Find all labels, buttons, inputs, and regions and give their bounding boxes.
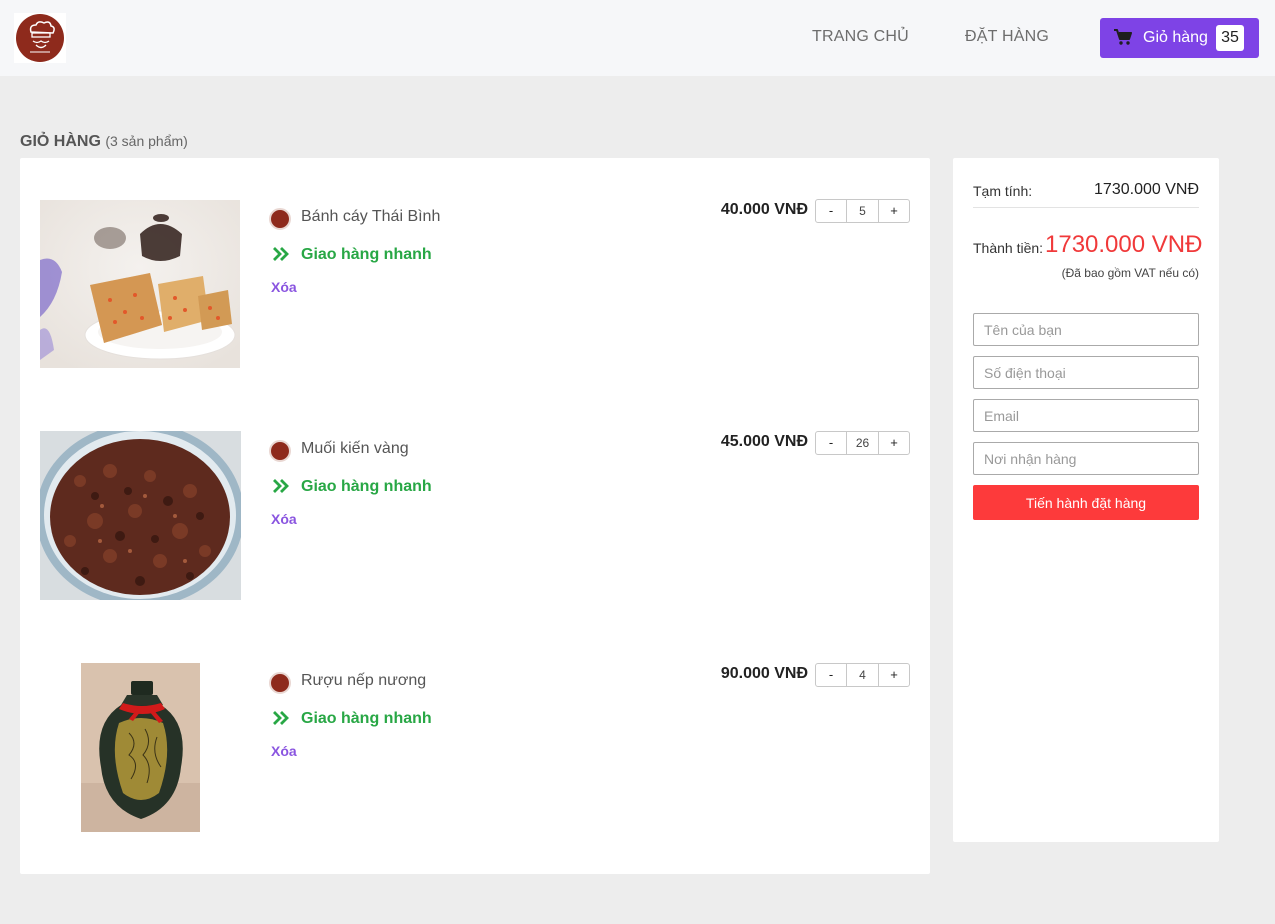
shop-logo-icon: [269, 440, 291, 462]
remove-item-link[interactable]: Xóa: [271, 511, 297, 527]
nav-home-link[interactable]: TRANG CHỦ: [812, 28, 909, 46]
shipping-label: Giao hàng nhanh: [301, 710, 432, 727]
double-chevron-icon: [272, 478, 290, 499]
summary-divider: [973, 207, 1199, 208]
increase-quantity-button[interactable]: +: [879, 432, 909, 454]
shopping-cart-icon: [1114, 29, 1132, 50]
product-image[interactable]: [40, 200, 240, 368]
product-price: 40.000 VNĐ: [720, 201, 808, 218]
remove-item-link[interactable]: Xóa: [271, 279, 297, 295]
decrease-quantity-button[interactable]: -: [816, 200, 846, 222]
vat-note: (Đã bao gồm VAT nếu có): [1061, 266, 1199, 280]
cart-item-count: (3 sản phẩm): [105, 133, 188, 149]
quantity-stepper: - 4 +: [815, 663, 910, 687]
cart-item: Bánh cáy Thái Bình Giao hàng nhanh Xóa 4…: [20, 158, 930, 368]
remove-item-link[interactable]: Xóa: [271, 743, 297, 759]
cart-title: GIỎ HÀNG: [20, 133, 101, 150]
product-image[interactable]: [40, 431, 241, 600]
name-field[interactable]: [973, 313, 1199, 346]
quantity-input[interactable]: 5: [846, 200, 879, 222]
nav-order-link[interactable]: ĐẶT HÀNG: [965, 28, 1049, 46]
quantity-stepper: - 26 +: [815, 431, 910, 455]
cart-button-label: Giỏ hàng: [1143, 29, 1208, 46]
brand-logo[interactable]: [14, 13, 66, 63]
double-chevron-icon: [272, 246, 290, 267]
cart-count-badge: 35: [1216, 25, 1244, 51]
product-price: 45.000 VNĐ: [720, 433, 808, 450]
cart-button[interactable]: Giỏ hàng 35: [1100, 18, 1259, 58]
subtotal-label: Tạm tính:: [973, 183, 1033, 199]
shop-logo-icon: [269, 672, 291, 694]
order-summary-panel: Tạm tính: 1730.000 VNĐ Thành tiền: 1730.…: [953, 158, 1219, 842]
place-order-button[interactable]: Tiến hành đặt hàng: [973, 485, 1199, 520]
cart-heading: GIỎ HÀNG (3 sản phẩm): [20, 133, 188, 151]
address-field[interactable]: [973, 442, 1199, 475]
cart-items-panel: Bánh cáy Thái Bình Giao hàng nhanh Xóa 4…: [20, 158, 930, 874]
shop-logo-icon: [269, 208, 291, 230]
decrease-quantity-button[interactable]: -: [816, 432, 846, 454]
total-value: 1730.000 VNĐ: [1045, 231, 1203, 258]
increase-quantity-button[interactable]: +: [879, 200, 909, 222]
shipping-label: Giao hàng nhanh: [301, 246, 432, 263]
chef-logo-icon: [16, 14, 64, 62]
cart-item: Rượu nếp nương Giao hàng nhanh Xóa 90.00…: [20, 622, 930, 832]
product-image[interactable]: [81, 663, 200, 832]
product-name[interactable]: Bánh cáy Thái Bình: [301, 208, 440, 226]
shipping-label: Giao hàng nhanh: [301, 478, 432, 495]
product-name[interactable]: Rượu nếp nương: [301, 672, 426, 690]
cart-item: Muối kiến vàng Giao hàng nhanh Xóa 45.00…: [20, 390, 930, 600]
subtotal-value: 1730.000 VNĐ: [1094, 181, 1199, 198]
total-label: Thành tiền:: [973, 240, 1044, 256]
increase-quantity-button[interactable]: +: [879, 664, 909, 686]
double-chevron-icon: [272, 710, 290, 731]
top-navbar: TRANG CHỦ ĐẶT HÀNG Giỏ hàng 35: [0, 0, 1275, 76]
decrease-quantity-button[interactable]: -: [816, 664, 846, 686]
quantity-input[interactable]: 26: [846, 432, 879, 454]
email-field[interactable]: [973, 399, 1199, 432]
product-name[interactable]: Muối kiến vàng: [301, 440, 409, 458]
phone-field[interactable]: [973, 356, 1199, 389]
quantity-stepper: - 5 +: [815, 199, 910, 223]
quantity-input[interactable]: 4: [846, 664, 879, 686]
product-price: 90.000 VNĐ: [720, 665, 808, 682]
